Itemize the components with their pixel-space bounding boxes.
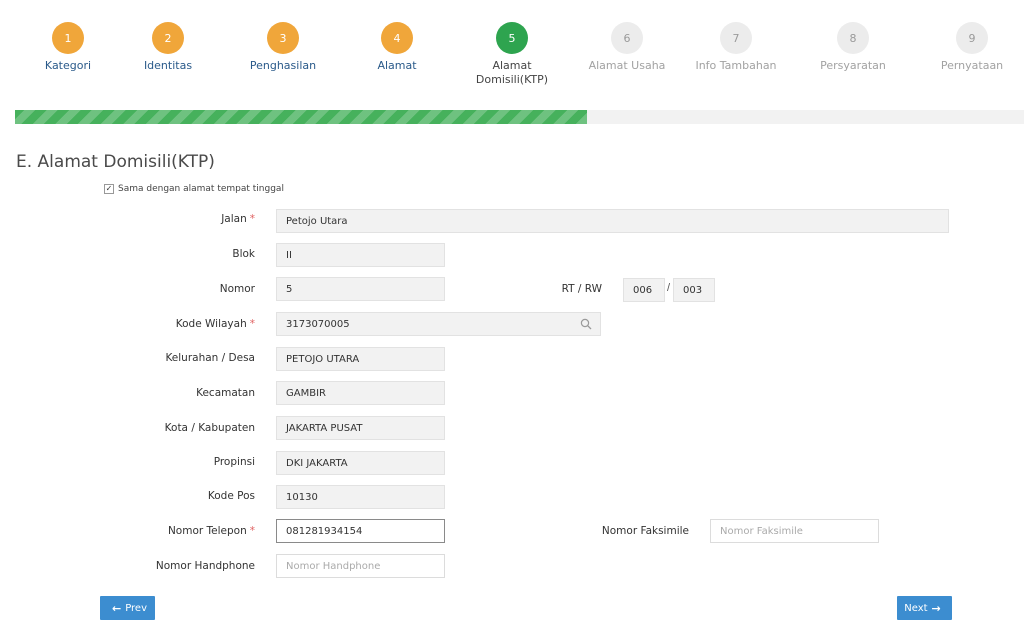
rtrw-label: RT / RW bbox=[561, 283, 602, 295]
section-title: E. Alamat Domisili(KTP) bbox=[16, 152, 215, 172]
jalan-label: Jalan * bbox=[95, 213, 255, 225]
next-button-label: Next bbox=[904, 602, 928, 614]
step-label: Persyaratan bbox=[820, 59, 886, 72]
step-number: 9 bbox=[956, 22, 988, 54]
rw-input[interactable]: 003 bbox=[673, 278, 715, 302]
next-button[interactable]: Next → bbox=[897, 596, 952, 620]
step-label-line1: Alamat bbox=[492, 59, 532, 72]
handphone-input[interactable]: Nomor Handphone bbox=[276, 554, 445, 578]
kota-input[interactable]: JAKARTA PUSAT bbox=[276, 416, 445, 440]
step-label-line2: Domisili(KTP) bbox=[475, 73, 549, 86]
propinsi-label: Propinsi bbox=[213, 456, 255, 468]
arrow-right-icon: → bbox=[931, 601, 941, 615]
required-marker: * bbox=[249, 213, 255, 225]
wizard-steps: 1 Kategori 2 Identitas 3 Penghasilan 4 A… bbox=[0, 0, 1024, 100]
kelurahan-input[interactable]: PETOJO UTARA bbox=[276, 347, 445, 371]
search-icon[interactable] bbox=[580, 318, 592, 330]
rt-input[interactable]: 006 bbox=[623, 278, 665, 302]
step-number: 6 bbox=[611, 22, 643, 54]
telepon-input[interactable]: 081281934154 bbox=[276, 519, 445, 543]
step-identitas[interactable]: 2 Identitas bbox=[108, 22, 228, 73]
prev-button-label: Prev bbox=[125, 602, 148, 614]
step-persyaratan[interactable]: 8 Persyaratan bbox=[793, 22, 913, 73]
telepon-label: Nomor Telepon * bbox=[95, 525, 255, 537]
kecamatan-input[interactable]: GAMBIR bbox=[276, 381, 445, 405]
faksimile-label: Nomor Faksimile bbox=[601, 525, 689, 537]
step-pernyataan[interactable]: 9 Pernyataan bbox=[912, 22, 1024, 73]
telepon-label-text: Nomor Telepon bbox=[167, 525, 247, 537]
nomor-input[interactable]: 5 bbox=[276, 277, 445, 301]
propinsi-input[interactable]: DKI JAKARTA bbox=[276, 451, 445, 475]
kecamatan-label: Kecamatan bbox=[196, 387, 255, 399]
step-alamat-domisili[interactable]: 5 Alamat Domisili(KTP) bbox=[452, 22, 572, 87]
kode-wilayah-value: 3173070005 bbox=[286, 318, 350, 330]
kode-wilayah-input[interactable]: 3173070005 bbox=[276, 312, 601, 336]
same-address-checkbox[interactable]: ✓ bbox=[104, 184, 114, 194]
same-address-option[interactable]: ✓ Sama dengan alamat tempat tinggal bbox=[104, 184, 284, 194]
required-marker: * bbox=[249, 525, 255, 537]
step-info-tambahan[interactable]: 7 Info Tambahan bbox=[676, 22, 796, 73]
progress-bar bbox=[15, 110, 1024, 124]
jalan-input[interactable]: Petojo Utara bbox=[276, 209, 949, 233]
nomor-label: Nomor bbox=[219, 283, 255, 295]
kota-label: Kota / Kabupaten bbox=[164, 422, 255, 434]
faksimile-input[interactable]: Nomor Faksimile bbox=[710, 519, 879, 543]
prev-button[interactable]: ← Prev bbox=[100, 596, 155, 620]
step-label: Alamat bbox=[377, 59, 417, 72]
step-alamat-usaha[interactable]: 6 Alamat Usaha bbox=[567, 22, 687, 73]
step-penghasilan[interactable]: 3 Penghasilan bbox=[223, 22, 343, 73]
kode-pos-label: Kode Pos bbox=[207, 490, 255, 502]
step-number: 3 bbox=[267, 22, 299, 54]
kelurahan-label: Kelurahan / Desa bbox=[165, 352, 255, 364]
step-number: 4 bbox=[381, 22, 413, 54]
same-address-label: Sama dengan alamat tempat tinggal bbox=[118, 184, 284, 194]
required-marker: * bbox=[249, 318, 255, 330]
step-number: 1 bbox=[52, 22, 84, 54]
jalan-label-text: Jalan bbox=[221, 213, 247, 225]
arrow-left-icon: ← bbox=[111, 601, 122, 615]
step-number: 2 bbox=[152, 22, 184, 54]
handphone-label: Nomor Handphone bbox=[155, 560, 255, 572]
step-label: Penghasilan bbox=[249, 59, 317, 72]
kode-wilayah-label-text: Kode Wilayah bbox=[175, 318, 247, 330]
step-label: Alamat Usaha bbox=[588, 59, 666, 72]
step-label: Alamat Domisili(KTP) bbox=[452, 59, 572, 87]
step-label: Pernyataan bbox=[940, 59, 1004, 72]
blok-input[interactable]: II bbox=[276, 243, 445, 267]
kode-pos-input[interactable]: 10130 bbox=[276, 485, 445, 509]
step-number: 5 bbox=[496, 22, 528, 54]
step-label: Identitas bbox=[143, 59, 193, 72]
blok-label: Blok bbox=[232, 248, 255, 260]
step-number: 8 bbox=[837, 22, 869, 54]
kode-wilayah-label: Kode Wilayah * bbox=[95, 318, 255, 330]
step-alamat[interactable]: 4 Alamat bbox=[337, 22, 457, 73]
rtrw-separator: / bbox=[667, 282, 671, 294]
progress-fill bbox=[15, 110, 588, 124]
step-number: 7 bbox=[720, 22, 752, 54]
step-label: Info Tambahan bbox=[695, 59, 777, 72]
